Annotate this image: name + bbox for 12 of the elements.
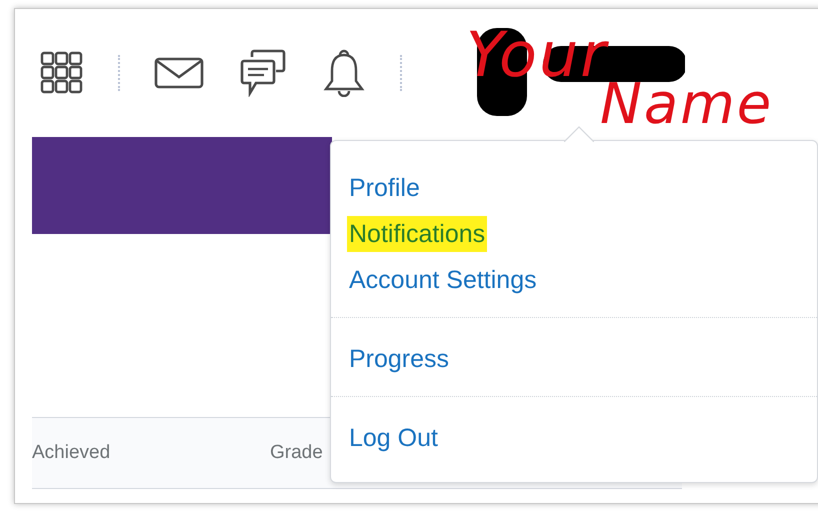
menu-item[interactable]: Progress: [347, 336, 452, 382]
bell-icon[interactable]: [322, 49, 366, 97]
column-header: Achieved: [32, 442, 112, 464]
handwritten-annotation: Name: [600, 72, 774, 137]
menu-item[interactable]: Account Settings: [347, 257, 539, 303]
envelope-icon[interactable]: [154, 57, 204, 89]
app-grid-icon[interactable]: [40, 51, 84, 95]
menu-item[interactable]: Log Out: [347, 415, 440, 461]
chat-bubbles-icon[interactable]: [238, 49, 288, 97]
menu-item[interactable]: Notifications: [347, 216, 488, 252]
column-header: Grade: [270, 442, 323, 464]
menu-item[interactable]: Profile: [347, 165, 422, 211]
